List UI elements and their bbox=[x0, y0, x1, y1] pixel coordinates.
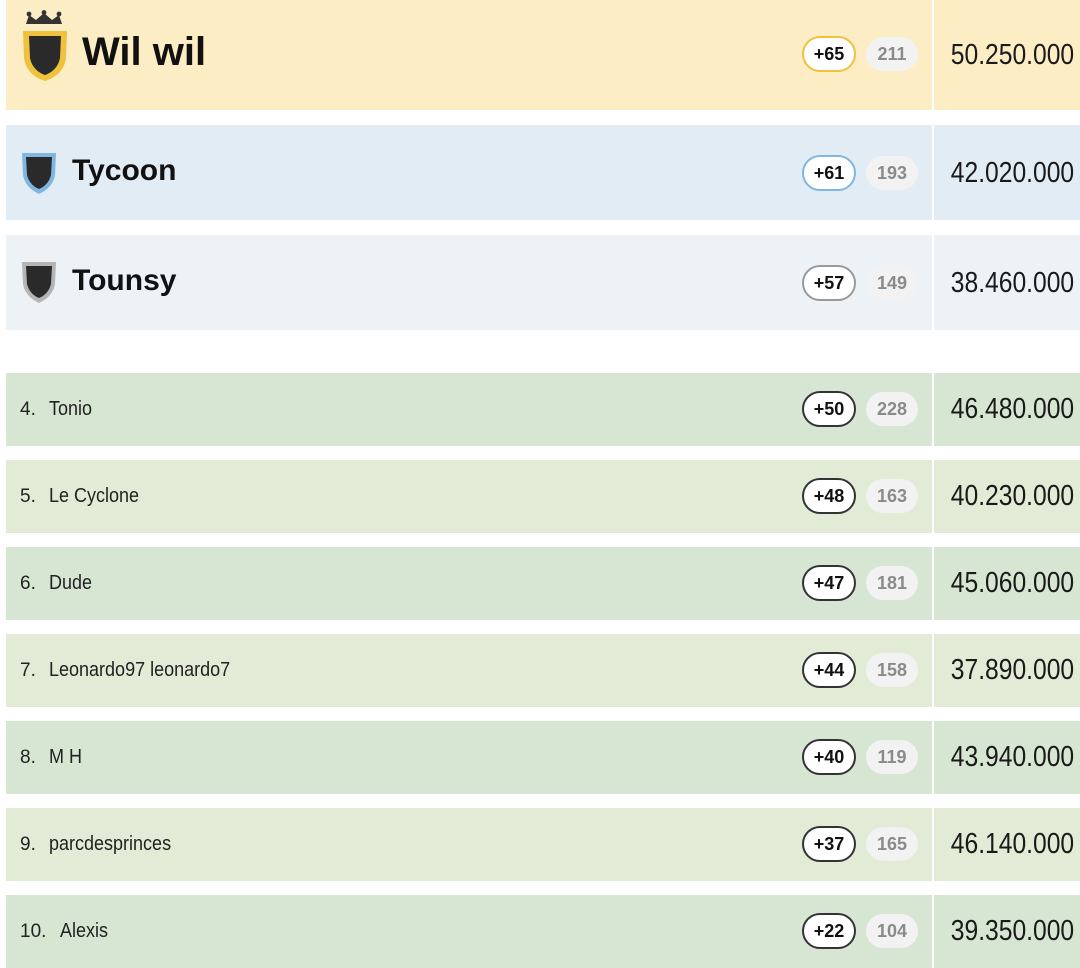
player-name: Leonardo97 leonardo7 bbox=[49, 659, 231, 681]
shield-icon bbox=[22, 153, 56, 194]
player-name: Tounsy bbox=[72, 264, 177, 297]
crown-icon bbox=[26, 10, 62, 24]
leaderboard-row-4[interactable]: 4. Tonio +50 228 46.480.000 bbox=[6, 373, 1080, 446]
divider bbox=[932, 460, 934, 533]
divider bbox=[932, 634, 934, 707]
player-value: 43.940.000 bbox=[950, 740, 1074, 773]
rank-number: 10. bbox=[20, 921, 47, 942]
player-name: Tycoon bbox=[72, 154, 177, 187]
points-badge: +65 bbox=[802, 36, 856, 72]
player-value: 40.230.000 bbox=[950, 479, 1074, 512]
points-badge: +22 bbox=[802, 913, 856, 949]
leaderboard-row-3[interactable]: Tounsy +57 149 38.460.000 bbox=[6, 235, 1080, 330]
count-badge: 228 bbox=[866, 392, 918, 426]
count-badge: 163 bbox=[866, 479, 918, 513]
count-badge: 149 bbox=[866, 266, 918, 300]
rank-number: 9. bbox=[20, 834, 36, 855]
count-badge: 165 bbox=[866, 827, 918, 861]
leaderboard-row-10[interactable]: 10. Alexis +22 104 39.350.000 bbox=[6, 895, 1080, 968]
count-badge: 158 bbox=[866, 653, 918, 687]
points-badge: +61 bbox=[802, 155, 856, 191]
rank-number: 5. bbox=[20, 486, 36, 507]
rank-number: 6. bbox=[20, 573, 36, 594]
player-value: 42.020.000 bbox=[950, 156, 1074, 189]
divider bbox=[932, 547, 934, 620]
player-value: 38.460.000 bbox=[950, 266, 1074, 299]
count-badge: 211 bbox=[866, 37, 918, 71]
points-badge: +47 bbox=[802, 565, 856, 601]
count-badge: 181 bbox=[866, 566, 918, 600]
player-value: 45.060.000 bbox=[950, 566, 1074, 599]
count-badge: 119 bbox=[866, 740, 918, 774]
leaderboard-row-9[interactable]: 9. parcdesprinces +37 165 46.140.000 bbox=[6, 808, 1080, 881]
points-badge: +37 bbox=[802, 826, 856, 862]
leaderboard-row-2[interactable]: Tycoon +61 193 42.020.000 bbox=[6, 125, 1080, 220]
points-badge: +57 bbox=[802, 265, 856, 301]
divider bbox=[932, 895, 934, 968]
player-name: Alexis bbox=[60, 920, 109, 942]
count-badge: 193 bbox=[866, 156, 918, 190]
player-name: M H bbox=[49, 746, 83, 768]
points-badge: +50 bbox=[802, 391, 856, 427]
divider bbox=[932, 373, 934, 446]
divider bbox=[932, 235, 934, 330]
leaderboard-row-7[interactable]: 7. Leonardo97 leonardo7 +44 158 37.890.0… bbox=[6, 634, 1080, 707]
rank-number: 4. bbox=[20, 399, 36, 420]
player-name: parcdesprinces bbox=[49, 833, 172, 855]
player-name: Dude bbox=[49, 572, 93, 594]
rank-number: 7. bbox=[20, 660, 36, 681]
leaderboard-row-1[interactable]: Wil wil +65 211 50.250.000 bbox=[6, 0, 1080, 110]
points-badge: +48 bbox=[802, 478, 856, 514]
leaderboard-row-5[interactable]: 5. Le Cyclone +48 163 40.230.000 bbox=[6, 460, 1080, 533]
rank-number: 8. bbox=[20, 747, 36, 768]
shield-icon bbox=[23, 31, 67, 81]
divider bbox=[932, 0, 934, 110]
player-value: 46.140.000 bbox=[950, 827, 1074, 860]
player-name: Le Cyclone bbox=[49, 485, 140, 507]
player-value: 46.480.000 bbox=[950, 392, 1074, 425]
divider bbox=[932, 125, 934, 220]
player-value: 39.350.000 bbox=[950, 914, 1074, 947]
divider bbox=[932, 808, 934, 881]
leaderboard-row-6[interactable]: 6. Dude +47 181 45.060.000 bbox=[6, 547, 1080, 620]
points-badge: +44 bbox=[802, 652, 856, 688]
divider bbox=[932, 721, 934, 794]
player-name: Wil wil bbox=[82, 30, 207, 74]
leaderboard-row-8[interactable]: 8. M H +40 119 43.940.000 bbox=[6, 721, 1080, 794]
points-badge: +40 bbox=[802, 739, 856, 775]
count-badge: 104 bbox=[866, 914, 918, 948]
player-name: Tonio bbox=[49, 398, 93, 420]
player-value: 50.250.000 bbox=[950, 38, 1074, 71]
shield-icon bbox=[22, 262, 56, 303]
player-value: 37.890.000 bbox=[950, 653, 1074, 686]
